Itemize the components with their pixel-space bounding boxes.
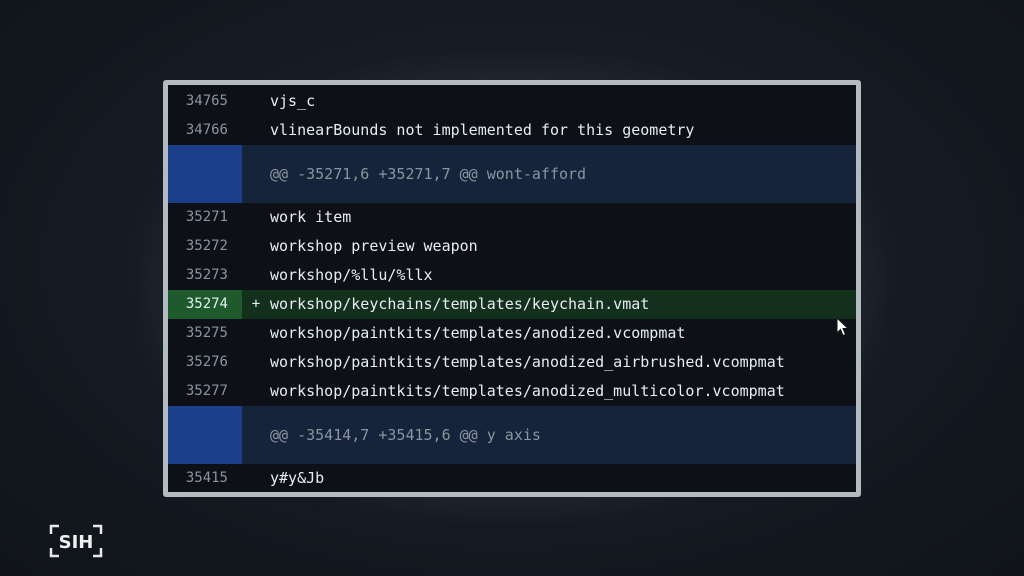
diff-line: 34765 vjs_c (168, 87, 856, 116)
diff-line: 34766 vlinearBounds not implemented for … (168, 116, 856, 145)
line-content: vlinearBounds not implemented for this g… (270, 121, 695, 139)
hunk-header[interactable]: @@ -35271,6 +35271,7 @@ wont-afford (168, 145, 856, 203)
diff-marker (242, 261, 270, 290)
line-number: 35271 (185, 209, 228, 225)
line-number: 35276 (185, 354, 228, 370)
diff-line-added: 35274 + workshop/keychains/templates/key… (168, 290, 856, 319)
line-content: workshop/paintkits/templates/anodized_mu… (270, 382, 785, 400)
diff-marker (242, 232, 270, 261)
added-marker: + (251, 296, 261, 312)
mouse-cursor-icon (836, 317, 850, 337)
diff-marker (242, 203, 270, 232)
diff-line: 35272 workshop preview weapon (168, 232, 856, 261)
line-content: workshop/keychains/templates/keychain.vm… (270, 295, 650, 313)
line-content: workshop preview weapon (270, 237, 478, 255)
line-number: 34765 (185, 93, 228, 109)
hunk-header-text: @@ -35271,6 +35271,7 @@ wont-afford (270, 164, 587, 183)
diff-line: 35275 workshop/paintkits/templates/anodi… (168, 319, 856, 348)
line-number: 34766 (185, 122, 228, 138)
line-number: 35274 (168, 290, 242, 319)
line-number: 35415 (185, 470, 228, 486)
diff-marker (242, 348, 270, 377)
channel-logo: SIH (49, 524, 103, 558)
hunk-header-text: @@ -35414,7 +35415,6 @@ y axis (270, 425, 541, 444)
line-number: 35272 (185, 238, 228, 254)
diff-marker (242, 464, 270, 492)
line-content: vjs_c (270, 92, 316, 110)
diff-line: 35277 workshop/paintkits/templates/anodi… (168, 377, 856, 406)
line-content: work item (270, 208, 352, 226)
expand-hunk-gutter[interactable] (168, 145, 242, 203)
diff-line: 35273 workshop/%llu/%llx (168, 261, 856, 290)
line-content: workshop/paintkits/templates/anodized.vc… (270, 324, 686, 342)
logo-text: SIH (59, 532, 94, 553)
diff-line: 35276 workshop/paintkits/templates/anodi… (168, 348, 856, 377)
diff-marker (242, 319, 270, 348)
expand-hunk-gutter[interactable] (168, 406, 242, 464)
diff-marker (242, 87, 270, 116)
diff-marker (242, 116, 270, 145)
line-content: y#y&Jb (270, 469, 325, 487)
diff-line: 35415 y#y&Jb (168, 464, 856, 492)
line-content: workshop/paintkits/templates/anodized_ai… (270, 353, 785, 371)
line-number: 35275 (185, 325, 228, 341)
hunk-header[interactable]: @@ -35414,7 +35415,6 @@ y axis (168, 406, 856, 464)
line-content: workshop/%llu/%llx (270, 266, 433, 284)
diff-line: 35271 work item (168, 203, 856, 232)
diff-marker (242, 377, 270, 406)
line-number: 35273 (185, 267, 228, 283)
diff-viewer: 34765 vjs_c 34766 vlinearBounds not impl… (163, 80, 861, 497)
line-number: 35277 (185, 383, 228, 399)
